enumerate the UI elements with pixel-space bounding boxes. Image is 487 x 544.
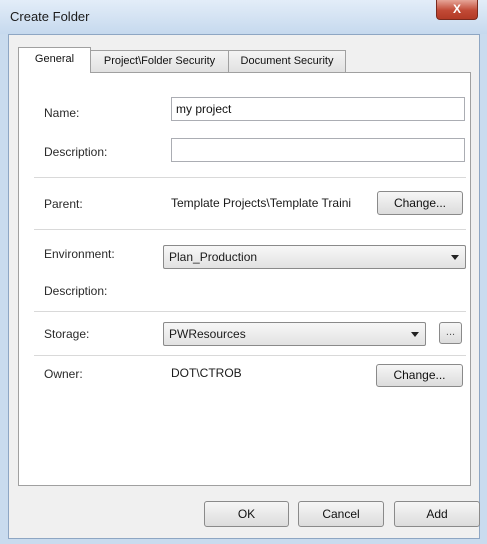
name-input[interactable] xyxy=(171,97,465,121)
storage-label: Storage: xyxy=(44,327,90,341)
separator xyxy=(34,311,466,312)
cancel-button[interactable]: Cancel xyxy=(298,501,384,527)
storage-select-value: PWResources xyxy=(169,327,246,341)
close-button[interactable]: X xyxy=(436,0,478,20)
ok-button-label: OK xyxy=(237,507,256,521)
close-icon: X xyxy=(452,2,461,16)
owner-label: Owner: xyxy=(44,367,83,381)
create-folder-dialog: Create Folder X General Project\Folder S… xyxy=(0,0,487,544)
tab-general[interactable]: General xyxy=(18,47,91,73)
tab-project-folder-security-label: Project\Folder Security xyxy=(103,55,216,67)
environment-description-label: Description: xyxy=(44,284,108,298)
add-button[interactable]: Add xyxy=(394,501,480,527)
parent-change-button[interactable]: Change... xyxy=(377,191,463,215)
tab-document-security-label: Document Security xyxy=(240,55,334,67)
tab-document-security[interactable]: Document Security xyxy=(228,50,346,72)
parent-label: Parent: xyxy=(44,197,83,211)
description-label: Description: xyxy=(44,145,108,159)
parent-value: Template Projects\Template Traini xyxy=(171,196,352,210)
ok-button[interactable]: OK xyxy=(204,501,289,527)
owner-change-button[interactable]: Change... xyxy=(376,364,463,387)
chevron-down-icon xyxy=(451,255,459,260)
separator xyxy=(34,177,466,178)
storage-browse-button-label: ... xyxy=(445,326,456,338)
environment-select[interactable]: Plan_Production xyxy=(163,245,466,269)
separator xyxy=(34,355,466,356)
cancel-button-label: Cancel xyxy=(322,507,360,521)
dialog-title: Create Folder xyxy=(10,9,90,24)
general-tab-panel xyxy=(18,72,471,486)
description-input[interactable] xyxy=(171,138,465,162)
chevron-down-icon xyxy=(411,332,419,337)
name-label: Name: xyxy=(44,106,80,120)
separator xyxy=(34,229,466,230)
tab-project-folder-security[interactable]: Project\Folder Security xyxy=(90,50,229,72)
add-button-label: Add xyxy=(426,507,448,521)
title-bar: Create Folder X xyxy=(0,0,487,34)
environment-select-value: Plan_Production xyxy=(169,250,258,264)
environment-label: Environment: xyxy=(44,247,115,261)
owner-change-button-label: Change... xyxy=(393,368,446,382)
storage-browse-button[interactable]: ... xyxy=(439,322,462,344)
owner-value: DOT\CTROB xyxy=(171,366,242,380)
tab-general-label: General xyxy=(34,53,75,65)
storage-select[interactable]: PWResources xyxy=(163,322,426,346)
parent-change-button-label: Change... xyxy=(393,196,447,210)
